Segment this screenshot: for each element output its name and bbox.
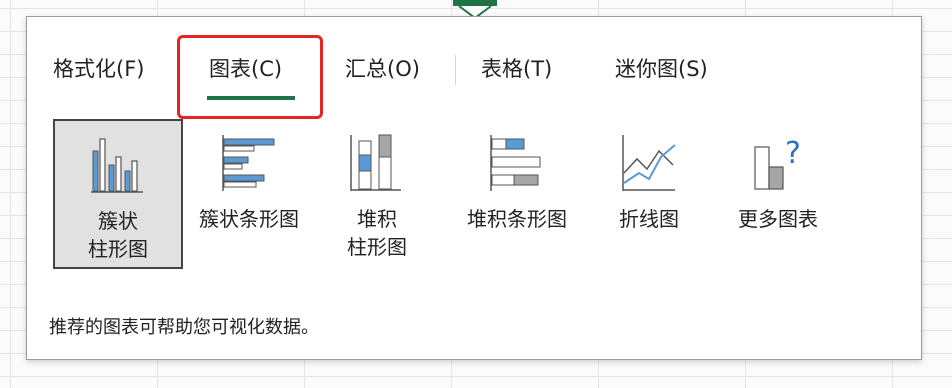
option-stacked-bar[interactable]: 堆积条形图 (447, 119, 587, 269)
line-chart-icon (622, 135, 676, 191)
tab-divider (455, 55, 456, 85)
option-clustered-bar[interactable]: 簇状条形图 (187, 119, 311, 269)
quick-analysis-panel: 格式化(F) 图表(C) 汇总(O) 表格(T) 迷你图(S) 簇状 柱形图 簇 (26, 16, 922, 360)
option-stacked-column[interactable]: 堆积 柱形图 (317, 119, 437, 269)
option-more-charts[interactable]: ? 更多图表 (717, 119, 839, 269)
option-label: 簇状条形图 (199, 207, 299, 231)
option-label: 簇状 柱形图 (88, 209, 148, 261)
clustered-bar-chart-icon (222, 135, 275, 191)
tab-totals[interactable]: 汇总(O) (345, 53, 420, 83)
option-label: 更多图表 (738, 207, 818, 231)
tab-sparklines[interactable]: 迷你图(S) (615, 53, 708, 83)
option-line[interactable]: 折线图 (599, 119, 699, 269)
option-label: 堆积 柱形图 (347, 207, 407, 259)
tab-tables[interactable]: 表格(T) (481, 53, 552, 83)
option-label: 堆积条形图 (467, 207, 567, 231)
stacked-column-chart-icon (350, 134, 401, 191)
clustered-column-chart-icon (91, 138, 143, 193)
stacked-bar-chart-icon (490, 135, 541, 191)
option-clustered-column[interactable]: 簇状 柱形图 (53, 119, 183, 269)
panel-description: 推荐的图表可帮助您可视化数据。 (49, 317, 319, 338)
tab-highlight-annotation (177, 35, 323, 119)
svg-text:?: ? (785, 136, 801, 171)
tab-format[interactable]: 格式化(F) (53, 53, 144, 83)
more-charts-icon: ? (754, 136, 801, 190)
option-label: 折线图 (619, 207, 679, 231)
